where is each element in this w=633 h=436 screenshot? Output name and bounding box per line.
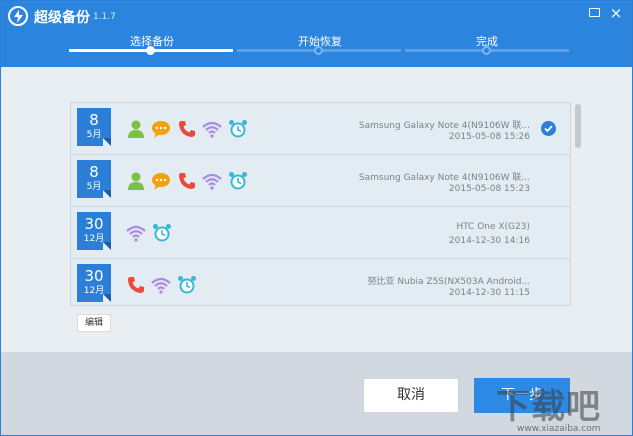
call-icon bbox=[179, 121, 195, 137]
close-icon[interactable]: × bbox=[608, 5, 624, 21]
backup-day: 8 bbox=[89, 111, 99, 129]
edit-button[interactable]: 编辑 bbox=[77, 314, 111, 332]
backup-day: 30 bbox=[84, 215, 104, 233]
title-bar: 超级备份 1.1.7 × 选择备份 开始恢复 完成 bbox=[1, 1, 632, 67]
wifi-icon bbox=[126, 225, 146, 242]
app-title: 超级备份 bbox=[34, 10, 90, 26]
backup-row[interactable]: 8 5月 Samsung Galaxy Note 4(N9106W 联... 2… bbox=[71, 103, 570, 155]
wifi-icon bbox=[202, 121, 222, 138]
device-name: HTC One X(G23) bbox=[456, 222, 530, 232]
contact-icon bbox=[128, 172, 144, 190]
app-window: 超级备份 1.1.7 × 选择备份 开始恢复 完成 8 5月 Samsung G… bbox=[0, 0, 633, 436]
backup-time: 2014-12-30 11:15 bbox=[448, 288, 530, 298]
device-name: 努比亚 Nubia Z5S(NX503A Android... bbox=[367, 277, 530, 287]
backup-time: 2015-05-08 15:23 bbox=[448, 184, 530, 194]
step-dot-active bbox=[146, 46, 155, 55]
watermark-logo: 下载吧 bbox=[496, 387, 601, 427]
device-name: Samsung Galaxy Note 4(N9106W 联... bbox=[358, 173, 530, 183]
backup-row[interactable]: 8 5月 Samsung Galaxy Note 4(N9106W 联... 2… bbox=[71, 155, 570, 207]
step-dot-done bbox=[482, 46, 491, 55]
contact-icon bbox=[128, 120, 144, 138]
alarm-icon bbox=[178, 276, 196, 294]
message-icon[interactable] bbox=[587, 5, 603, 21]
selected-check-icon[interactable] bbox=[541, 121, 556, 136]
wifi-icon bbox=[151, 277, 171, 294]
watermark-url: www.xiazaiba.com bbox=[517, 424, 601, 434]
backup-time: 2014-12-30 14:16 bbox=[448, 236, 530, 246]
alarm-icon bbox=[153, 224, 171, 242]
alarm-icon bbox=[229, 120, 247, 138]
scrollbar-thumb[interactable] bbox=[575, 104, 581, 148]
call-icon bbox=[179, 173, 195, 189]
cancel-button[interactable]: 取消 bbox=[363, 378, 459, 413]
backup-row[interactable]: 30 12月 努比亚 Nubia Z5S(NX503A Android... 2… bbox=[71, 259, 570, 305]
alarm-icon bbox=[229, 172, 247, 190]
app-version: 1.1.7 bbox=[93, 12, 116, 22]
wifi-icon bbox=[202, 173, 222, 190]
calendar-badge: 30 12月 bbox=[77, 264, 111, 302]
backup-row[interactable]: 30 12月 HTC One X(G23) 2014-12-30 14:16 bbox=[71, 207, 570, 259]
message-icon bbox=[152, 173, 170, 190]
device-name: Samsung Galaxy Note 4(N9106W 联... bbox=[358, 121, 530, 131]
calendar-badge: 8 5月 bbox=[77, 108, 111, 146]
backup-list: 8 5月 Samsung Galaxy Note 4(N9106W 联... 2… bbox=[70, 102, 571, 306]
app-logo-icon bbox=[8, 6, 28, 26]
message-icon bbox=[152, 121, 170, 138]
backup-day: 30 bbox=[84, 267, 104, 285]
calendar-badge: 30 12月 bbox=[77, 212, 111, 250]
backup-time: 2015-05-08 15:26 bbox=[448, 132, 530, 142]
call-icon bbox=[128, 277, 144, 293]
step-dot-restore bbox=[314, 46, 323, 55]
calendar-badge: 8 5月 bbox=[77, 160, 111, 198]
backup-day: 8 bbox=[89, 163, 99, 181]
